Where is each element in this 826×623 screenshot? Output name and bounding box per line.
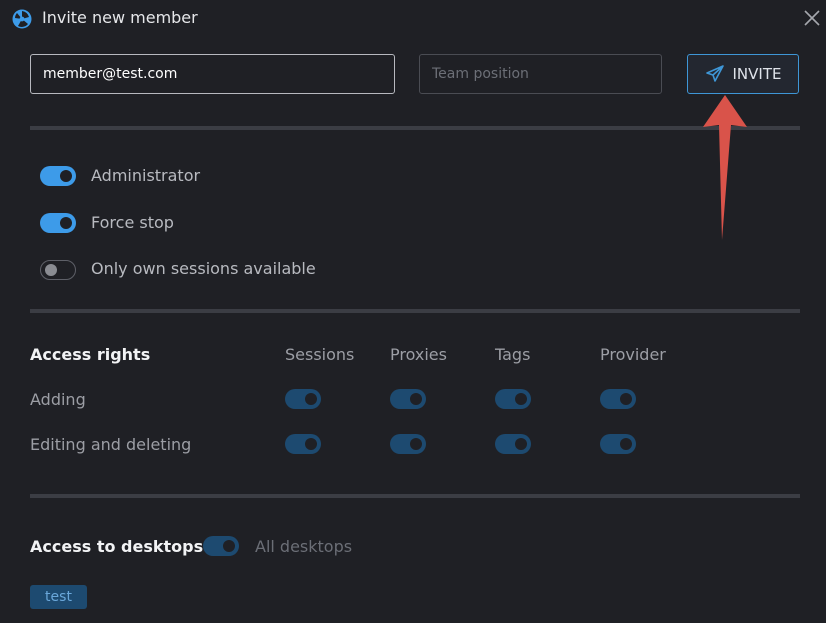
- all-desktops-toggle[interactable]: [203, 536, 239, 556]
- divider: [30, 126, 800, 130]
- column-proxies: Proxies: [390, 345, 447, 364]
- dialog-title: Invite new member: [42, 8, 198, 27]
- desktop-tag-chip[interactable]: test: [30, 585, 87, 609]
- all-desktops-label: All desktops: [255, 537, 353, 556]
- administrator-toggle[interactable]: [40, 166, 76, 186]
- editing-provider-toggle[interactable]: [600, 434, 636, 454]
- desktops-heading: Access to desktops: [30, 537, 204, 556]
- own-sessions-toggle[interactable]: [40, 260, 76, 280]
- column-sessions: Sessions: [285, 345, 355, 364]
- force-stop-toggle[interactable]: [40, 213, 76, 233]
- annotation-arrow: [703, 95, 747, 240]
- divider: [30, 494, 800, 498]
- row-adding-label: Adding: [30, 390, 86, 409]
- email-input[interactable]: [30, 54, 395, 94]
- own-sessions-label: Only own sessions available: [91, 259, 316, 278]
- administrator-label: Administrator: [91, 166, 201, 185]
- team-position-input[interactable]: [419, 54, 662, 94]
- editing-proxies-toggle[interactable]: [390, 434, 426, 454]
- invite-button[interactable]: INVITE: [687, 54, 799, 94]
- force-stop-label: Force stop: [91, 213, 174, 232]
- column-tags: Tags: [495, 345, 531, 364]
- app-logo-icon: [12, 9, 32, 29]
- divider: [30, 309, 800, 313]
- adding-sessions-toggle[interactable]: [285, 389, 321, 409]
- column-provider: Provider: [600, 345, 666, 364]
- paper-plane-icon: [705, 65, 724, 82]
- editing-tags-toggle[interactable]: [495, 434, 531, 454]
- adding-tags-toggle[interactable]: [495, 389, 531, 409]
- invite-label: INVITE: [732, 65, 782, 83]
- access-rights-heading: Access rights: [30, 345, 151, 364]
- editing-sessions-toggle[interactable]: [285, 434, 321, 454]
- row-editing-label: Editing and deleting: [30, 435, 192, 454]
- title-bar: Invite new member: [0, 0, 826, 36]
- adding-proxies-toggle[interactable]: [390, 389, 426, 409]
- close-icon[interactable]: [802, 8, 822, 28]
- adding-provider-toggle[interactable]: [600, 389, 636, 409]
